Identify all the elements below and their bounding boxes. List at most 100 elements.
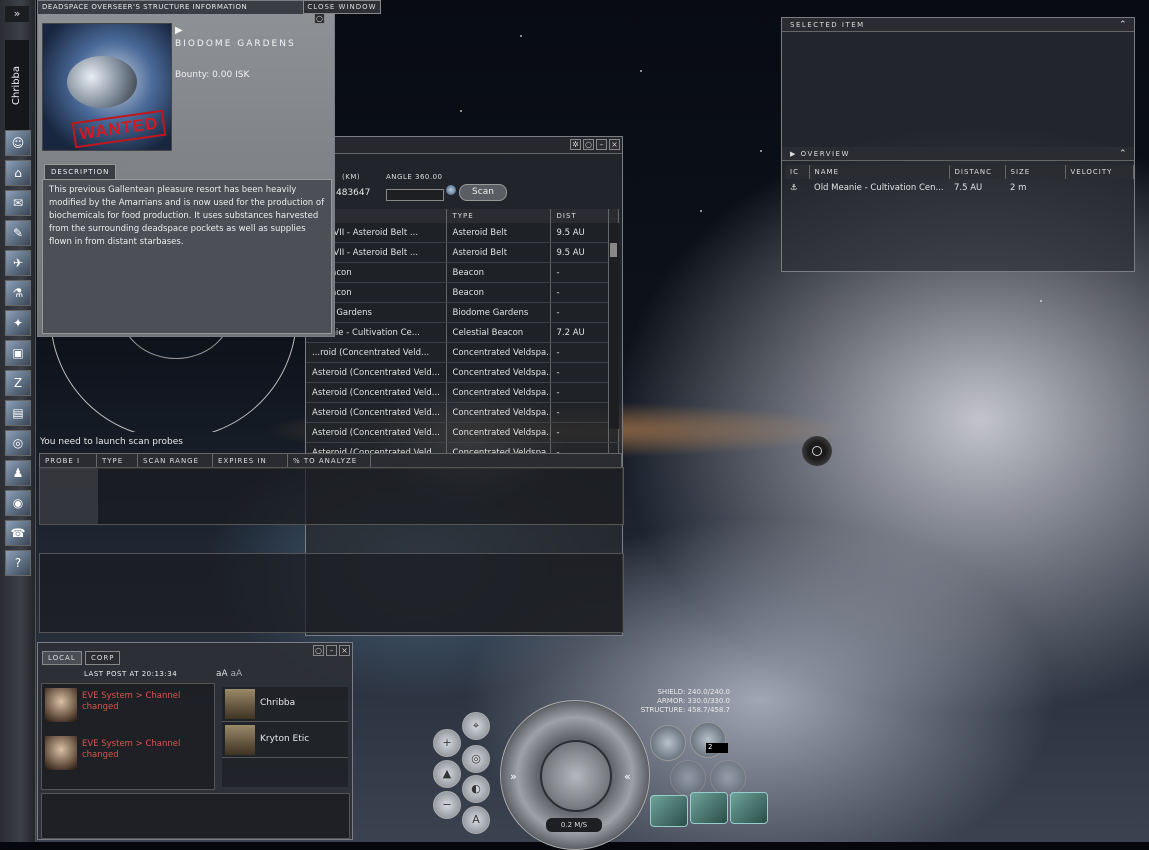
minimize-icon[interactable]: – — [326, 645, 337, 656]
collapse-icon[interactable]: ⌃ — [1119, 147, 1128, 161]
selected-item-title: SELECTED ITEM — [790, 21, 865, 29]
pin-icon[interactable]: ○ — [314, 13, 325, 24]
module-slot-icon[interactable] — [730, 792, 768, 824]
tab-description[interactable]: DESCRIPTION — [44, 164, 117, 180]
column-header-type[interactable]: TYPE — [446, 209, 551, 223]
chat-messages[interactable]: EVE System > Channel changed EVE System … — [41, 683, 215, 790]
table-row[interactable]: Asteroid (Concentrated Veld... Concentrat… — [306, 362, 619, 383]
module-slot-icon[interactable] — [710, 760, 746, 796]
close-icon[interactable]: × — [609, 139, 620, 150]
ship-status-core[interactable] — [540, 740, 612, 812]
speed-readout[interactable]: 0.2 M/S — [546, 818, 602, 832]
column-header-icon[interactable]: IC — [785, 165, 810, 179]
column-header-size[interactable]: SIZE — [1005, 165, 1066, 179]
table-row[interactable]: Asteroid (Concentrated Veld... Concentrat… — [306, 402, 619, 423]
character-sheet-icon[interactable]: ☺ — [5, 130, 31, 156]
people-icon[interactable]: ◉ — [5, 490, 31, 516]
assets-icon[interactable]: ⌂ — [5, 160, 31, 186]
autopilot-icon[interactable]: ⌖ — [462, 712, 490, 740]
cargo-icon[interactable]: ▣ — [5, 340, 31, 366]
selected-item-header[interactable]: SELECTED ITEM ⌃ — [782, 18, 1134, 32]
table-row[interactable]: ...eanie - Cultivation Ce... Celestial Be… — [306, 322, 619, 343]
market-icon[interactable]: Z — [5, 370, 31, 396]
armor-stat: ARMOR: 330.0/330.0 — [657, 697, 730, 705]
scanner-icon[interactable]: ◐ — [462, 775, 490, 803]
structure-info-window: DEADSPACE OVERSEER'S STRUCTURE INFORMATI… — [37, 0, 335, 337]
avatar — [45, 688, 77, 722]
structure-portrait: WANTED — [42, 23, 172, 151]
wallet-icon[interactable]: ▤ — [5, 400, 31, 426]
font-small-button[interactable]: aA — [231, 669, 243, 679]
science-icon[interactable]: ⚗ — [5, 280, 31, 306]
column-header-velocity[interactable]: VELOCITY — [1065, 165, 1134, 179]
table-row[interactable]: ...ah VII - Asteroid Belt ... Asteroid Be… — [306, 223, 619, 243]
corporation-icon[interactable]: ♟ — [5, 460, 31, 486]
table-row[interactable]: Asteroid (Concentrated Veld... Concentrat… — [306, 382, 619, 403]
settings-icon[interactable]: ✲ — [570, 139, 581, 150]
zoom-out-icon[interactable]: − — [433, 791, 461, 819]
help-icon[interactable]: ? — [5, 550, 31, 576]
table-row[interactable]: ...ah VII - Asteroid Belt ... Asteroid Be… — [306, 242, 619, 263]
ship-icon[interactable]: ▲ — [433, 760, 461, 788]
scan-results-table: TYPE DIST ...ah VII - Asteroid Belt ... A… — [306, 209, 619, 463]
local-chat-window: ○ – × LOCAL CORP LAST POST AT 20:13:34 aA … — [37, 642, 353, 840]
mail-icon[interactable]: ✉ — [5, 190, 31, 216]
probe-message: You need to launch scan probes — [40, 437, 183, 447]
table-row[interactable]: ...roid (Concentrated Veld... Concentrate… — [306, 342, 619, 363]
zoom-in-icon[interactable]: + — [433, 729, 461, 757]
chat-input[interactable] — [41, 793, 350, 839]
module-slot-icon[interactable] — [650, 795, 688, 827]
journal-icon[interactable]: ◎ — [5, 430, 31, 456]
angle-slider[interactable] — [386, 189, 444, 201]
column-header-distance[interactable]: DISTANC — [949, 165, 1006, 179]
expand-arrow-icon[interactable]: ▶ — [790, 150, 801, 158]
collapse-icon[interactable]: ⌃ — [1119, 18, 1128, 32]
autopilot-a-icon[interactable]: A — [462, 806, 490, 834]
neocom-expand-button[interactable]: » — [5, 6, 29, 22]
character-name-tab[interactable]: Chribba — [5, 40, 29, 130]
fleet-icon[interactable]: ✈ — [5, 250, 31, 276]
results-scrollbar[interactable] — [608, 223, 619, 429]
minimize-icon[interactable]: – — [596, 139, 607, 150]
overview-header[interactable]: ▶ OVERVIEW ⌃ — [782, 147, 1134, 161]
channels-icon[interactable]: ☎ — [5, 520, 31, 546]
map-icon[interactable]: ✦ — [5, 310, 31, 336]
member-item[interactable]: Kryton Etic — [222, 723, 348, 758]
avatar — [225, 689, 255, 719]
expand-arrow-icon[interactable]: ▶ — [175, 25, 183, 36]
table-row[interactable]: Asteroid (Concentrated Veld... Concentrat… — [306, 422, 619, 443]
close-icon[interactable]: × — [339, 645, 350, 656]
module-slot-icon[interactable] — [670, 760, 706, 796]
celestial-beacon-marker[interactable] — [802, 436, 832, 466]
table-row[interactable]: ⚓ Old Meanie - Cultivation Cen... 7.5 AU… — [785, 179, 1133, 197]
table-row[interactable]: ...me Gardens Biodome Gardens - — [306, 302, 619, 323]
column-header-distance[interactable]: DIST — [550, 209, 609, 223]
close-window-button[interactable]: CLOSE WINDOW — [303, 0, 381, 14]
structure-stat: STRUCTURE: 458.7/458.7 — [640, 706, 730, 714]
chevron-left-icon[interactable]: » — [510, 770, 517, 783]
overview-title: OVERVIEW — [800, 150, 850, 158]
drone-icon[interactable] — [650, 725, 686, 761]
notepad-icon[interactable]: ✎ — [5, 220, 31, 246]
scan-button[interactable]: Scan — [459, 184, 507, 201]
shield-stat: SHIELD: 240.0/240.0 — [657, 688, 730, 696]
scan-output-area[interactable] — [39, 553, 624, 633]
column-header-name[interactable]: NAME — [809, 165, 950, 179]
range-value[interactable]: 483647 — [336, 188, 370, 198]
table-row[interactable]: ...BeaconBeacon- — [306, 282, 619, 303]
table-row[interactable]: ...BeaconBeacon- — [306, 262, 619, 283]
probe-list[interactable] — [39, 467, 624, 525]
scrollbar-thumb[interactable] — [610, 243, 617, 257]
info-window-title[interactable]: DEADSPACE OVERSEER'S STRUCTURE INFORMATI… — [38, 1, 310, 14]
pin-icon[interactable]: ○ — [313, 645, 324, 656]
font-large-button[interactable]: aA — [216, 669, 228, 679]
tactical-icon[interactable]: ◎ — [462, 745, 490, 773]
neocom-bar: » Chribba ☺ ⌂ ✉ ✎ ✈ ⚗ ✦ ▣ Z ▤ ◎ ♟ ◉ ☎ ? — [0, 0, 36, 842]
module-slot-icon[interactable] — [690, 792, 728, 824]
tab-corp[interactable]: CORP — [84, 651, 121, 665]
chevron-right-icon[interactable]: « — [624, 770, 631, 783]
pin-icon[interactable]: ○ — [583, 139, 594, 150]
beacon-icon: ⚓ — [790, 183, 798, 193]
member-item[interactable]: Chribba — [222, 687, 348, 722]
tab-local[interactable]: LOCAL — [42, 651, 82, 665]
